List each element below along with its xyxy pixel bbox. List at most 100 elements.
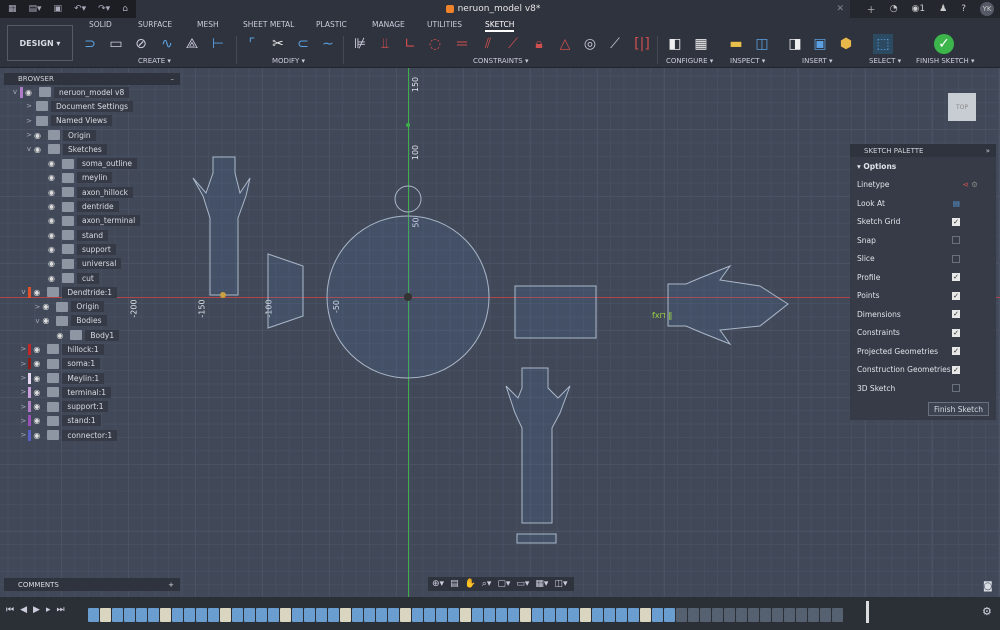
orbit-icon[interactable]: ⊕▾ [432,579,444,589]
view-cube[interactable]: TOP [948,93,976,121]
collinear-icon[interactable]: ⫫ [375,34,395,54]
option-checkbox[interactable] [952,236,960,245]
visibility-eye-icon[interactable]: ◉ [33,402,45,411]
break-tool-icon[interactable]: ∼ [318,34,338,54]
timeline-feature[interactable] [568,608,579,622]
timeline-feature[interactable] [532,608,543,622]
option-checkbox[interactable]: ✓ [952,365,960,374]
timeline-feature[interactable] [772,608,783,622]
browser-item[interactable]: > ◉ support:1 [4,400,180,414]
visibility-eye-icon[interactable]: ◉ [42,316,54,325]
browser-item[interactable]: > ◉ soma:1 [4,357,180,371]
redo-icon[interactable]: ↷▾ [98,4,110,14]
timeline-feature[interactable] [268,608,279,622]
tab-solid[interactable]: SOLID [89,20,112,29]
constraints-menu[interactable]: CONSTRAINTS ▾ [473,57,529,65]
timeline-feature[interactable] [820,608,831,622]
file-menu-icon[interactable]: ▤▾ [29,4,42,14]
visibility-eye-icon[interactable]: ◉ [34,131,46,140]
timeline-feature[interactable] [556,608,567,622]
apps-grid-icon[interactable]: ▦ [8,4,17,14]
tab-surface[interactable]: SURFACE [138,20,172,29]
option-checkbox[interactable]: ✓ [952,273,960,282]
create-menu[interactable]: CREATE ▾ [138,57,171,65]
timeline-feature[interactable] [676,608,687,622]
option-checkbox[interactable]: ✓ [952,310,960,319]
timeline-feature[interactable] [472,608,483,622]
insert-menu[interactable]: INSERT ▾ [802,57,833,65]
home-icon[interactable]: ⌂ [122,4,128,14]
timeline-feature[interactable] [232,608,243,622]
construction-linetype-icon[interactable]: ⋖ ⚙ [963,180,978,189]
timeline-feature[interactable] [628,608,639,622]
measure-icon[interactable]: ▬ [726,34,746,54]
expand-chevron-icon[interactable]: v [18,288,28,296]
visibility-eye-icon[interactable]: ◉ [48,202,60,211]
expand-chevron-icon[interactable]: > [18,417,28,425]
viewports-icon[interactable]: ◫▾ [554,579,567,589]
expand-chevron-icon[interactable]: > [18,388,28,396]
expand-chevron-icon[interactable]: > [24,117,34,125]
timeline-feature[interactable] [100,608,111,622]
browser-item[interactable]: v ◉ neruon_model v8 [4,85,180,99]
tab-sheet-metal[interactable]: SHEET METAL [243,20,294,29]
timeline-feature[interactable] [688,608,699,622]
add-comment-icon[interactable]: + [168,581,174,589]
browser-header[interactable]: BROWSER – [4,73,180,85]
timeline-feature[interactable] [544,608,555,622]
help-icon[interactable]: ? [961,4,966,14]
browser-item[interactable]: ◉ dentride [4,199,180,213]
timeline-feature[interactable] [184,608,195,622]
timeline-feature[interactable] [172,608,183,622]
look-at-icon[interactable]: ▤ [450,579,459,589]
browser-item[interactable]: > Named Views [4,114,180,128]
timeline-feature[interactable] [652,608,663,622]
timeline-feature[interactable] [424,608,435,622]
expand-chevron-icon[interactable]: > [24,131,34,139]
visibility-eye-icon[interactable]: ◉ [33,431,45,440]
timeline-feature[interactable] [328,608,339,622]
new-tab-icon[interactable]: ＋ [867,3,876,16]
timeline-feature[interactable] [508,608,519,622]
browser-item[interactable]: v ◉ Dendtride:1 [4,285,180,299]
select-menu[interactable]: SELECT ▾ [869,57,901,65]
configure-cube-icon[interactable]: ◧ [665,34,685,54]
browser-item[interactable]: ◉ meylin [4,171,180,185]
expand-chevron-icon[interactable]: > [24,102,34,110]
timeline-feature[interactable] [292,608,303,622]
dimension-tool-icon[interactable]: ⊢ [208,34,228,54]
timeline-feature[interactable] [724,608,735,622]
timeline-feature[interactable] [316,608,327,622]
timeline-feature[interactable] [136,608,147,622]
browser-item[interactable]: > ◉ connector:1 [4,428,180,442]
timeline-feature[interactable] [496,608,507,622]
insert-mesh-icon[interactable]: ⬢ [836,34,856,54]
visibility-eye-icon[interactable]: ◉ [33,359,45,368]
visibility-eye-icon[interactable]: ◉ [33,345,45,354]
visibility-eye-icon[interactable]: ◉ [48,245,60,254]
go-to-end-icon[interactable]: ⏭ [56,605,64,615]
visibility-eye-icon[interactable]: ◉ [48,259,60,268]
option-checkbox[interactable]: ✓ [952,217,960,226]
fit-icon[interactable]: ▢▾ [497,579,510,589]
visibility-eye-icon[interactable]: ◉ [42,302,54,311]
fillet-tool-icon[interactable]: ⌜ [242,34,262,54]
visibility-eye-icon[interactable]: ◉ [33,388,45,397]
browser-item[interactable]: ◉ axon_hillock [4,185,180,199]
option-checkbox[interactable]: ✓ [952,291,960,300]
visibility-eye-icon[interactable]: ◉ [34,145,46,154]
browser-item[interactable]: ◉ stand [4,228,180,242]
tab-sketch[interactable]: SKETCH [485,20,515,32]
capture-icon[interactable]: ◙ [983,581,993,592]
option-checkbox[interactable] [952,254,960,263]
visibility-eye-icon[interactable]: ◉ [48,216,60,225]
collapse-icon[interactable]: – [171,75,175,83]
timeline-feature[interactable] [580,608,591,622]
symmetry-icon[interactable]: [|] [632,34,652,54]
circle-tool-icon[interactable]: ⊘ [131,34,151,54]
tab-plastic[interactable]: PLASTIC [316,20,347,29]
timeline-feature[interactable] [280,608,291,622]
undo-icon[interactable]: ↶▾ [74,4,86,14]
timeline-feature[interactable] [304,608,315,622]
visibility-eye-icon[interactable]: ◉ [33,374,45,383]
